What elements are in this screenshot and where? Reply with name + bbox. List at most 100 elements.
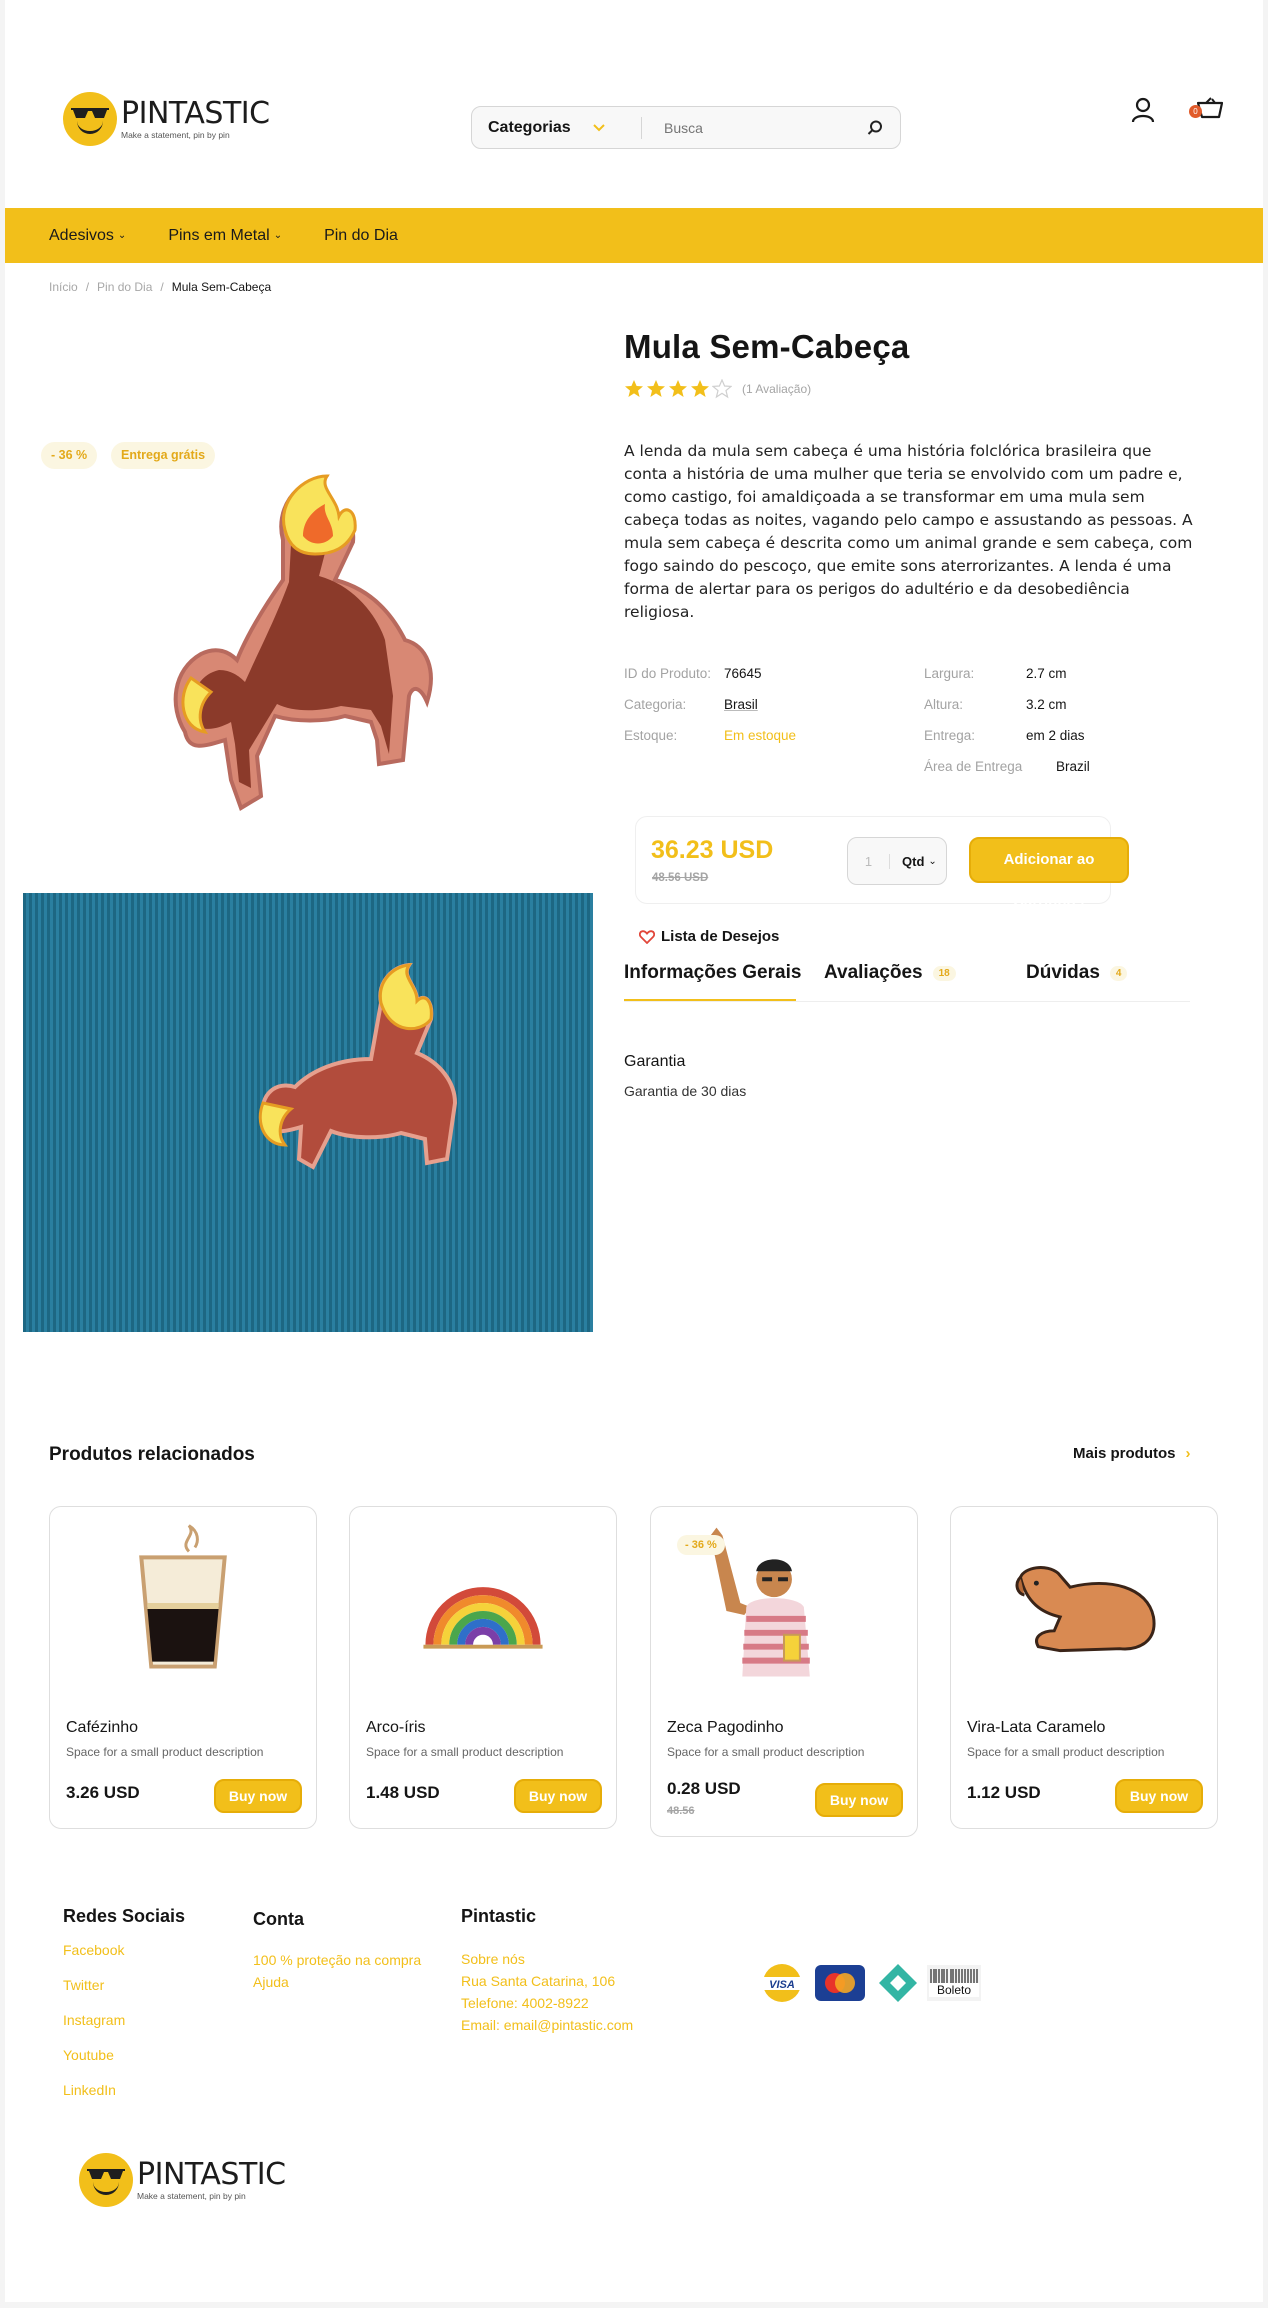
quantity-selector[interactable]: 1 Qtd ⌄ [847,837,947,885]
account-button[interactable] [1131,97,1155,128]
nav-pin-do-dia[interactable]: Pin do Dia [324,227,398,245]
star-filled-icon [691,380,709,397]
related-products-title: Produtos relacionados [49,1444,255,1465]
product-card-description: Space for a small product description [66,1745,264,1759]
logo-tagline: Make a statement, pin by pin [137,2190,246,2201]
visa-label: VISA [769,1979,795,1991]
spec-value: 2.7 cm [1026,666,1067,681]
breadcrumb-category[interactable]: Pin do Dia [97,280,152,294]
spec-delivery: Entrega: em 2 dias [924,728,1085,743]
spec-value: em 2 dias [1026,728,1085,743]
footer-phone[interactable]: Telefone: 4002-8922 [461,1995,589,2011]
spec-width: Largura: 2.7 cm [924,666,1067,681]
chevron-right-icon: › [1185,1445,1191,1462]
mastercard-icon [815,1963,865,2003]
discount-badge: - 36 % [677,1535,725,1555]
wishlist-button[interactable]: Lista de Desejos [639,928,779,945]
category-dropdown[interactable]: Categorias [472,116,642,139]
spec-height: Altura: 3.2 cm [924,697,1067,712]
buy-now-button[interactable]: Buy now [514,1779,602,1813]
footer-link-about[interactable]: Sobre nós [461,1951,525,1967]
breadcrumb-home[interactable]: Início [49,280,78,294]
product-card-price: 1.12 USD [967,1783,1041,1802]
footer-link-purchase-protection[interactable]: 100 % proteção na compra [253,1952,421,1968]
chevron-down-icon: ⌄ [273,230,283,241]
buy-now-button[interactable]: Buy now [815,1783,903,1817]
user-icon [1131,97,1155,123]
product-card[interactable]: - 36 % Zeca Pagodinho Space for a small … [650,1506,918,1837]
footer-link-help[interactable]: Ajuda [253,1974,289,1990]
star-empty-icon [712,379,732,399]
spec-product-id: ID do Produto: 76645 [624,666,762,681]
tab-label: Dúvidas [1026,962,1100,983]
product-rating[interactable]: (1 Avaliação) [624,379,811,399]
product-card[interactable]: Arco-íris Space for a small product desc… [349,1506,617,1829]
buy-now-button[interactable]: Buy now [214,1779,302,1813]
footer-account-title: Conta [253,1909,304,1929]
product-card[interactable]: Vira-Lata Caramelo Space for a small pro… [950,1506,1218,1829]
tab-questions[interactable]: Dúvidas 4 [1026,962,1128,984]
footer-company-title: Pintastic [461,1906,537,1926]
spec-label: Estoque: [624,728,678,743]
cart-button[interactable]: 0 [1189,97,1224,126]
breadcrumb-separator: / [85,280,90,294]
logo-sunglasses-icon [63,92,117,146]
spec-value: 76645 [724,666,762,681]
category-link[interactable]: Brasil [724,697,758,712]
pin-on-sweater-image [258,963,458,1170]
search-icon[interactable] [866,119,884,137]
rating-count: (1 Avaliação) [742,382,812,396]
product-card-price: 1.48 USD [366,1783,440,1802]
nav-adesivos[interactable]: Adesivos ⌄ [49,227,126,245]
tab-general-info[interactable]: Informações Gerais [624,962,801,984]
add-to-cart-button[interactable]: Adicionar ao Carrinho › [969,837,1129,910]
visa-icon: VISA [757,1963,807,2003]
tab-count-badge: 18 [932,965,956,981]
product-image-main[interactable] [165,470,447,816]
product-old-price: 48.56 USD [652,872,709,884]
tab-label: Avaliações [824,962,923,983]
quantity-value[interactable]: 1 [848,853,890,869]
buy-now-button[interactable]: Buy now [1115,1779,1203,1813]
star-filled-icon [625,380,643,397]
free-shipping-badge: Entrega grátis [111,442,216,469]
search-input[interactable] [642,119,866,136]
product-image-lifestyle[interactable] [23,893,593,1332]
logo-tagline: Make a statement, pin by pin [121,129,230,140]
chevron-down-icon: ⌄ [928,855,937,867]
chevron-down-icon: ⌄ [117,230,127,241]
more-products-link[interactable]: Mais produtos › [1073,1445,1191,1462]
product-image-vira-lata-caramelo [1015,1566,1156,1653]
discount-badge: - 36 % [41,442,98,469]
nav-label: Pin do Dia [324,226,398,244]
footer-link-instagram[interactable]: Instagram [63,2012,125,2028]
nav-label: Pins em Metal [168,226,270,244]
spec-value: 3.2 cm [1026,697,1067,712]
wishlist-label: Lista de Desejos [661,928,780,945]
tab-reviews[interactable]: Avaliações 18 [824,962,956,984]
tab-label: Informações Gerais [624,962,802,983]
footer-logo[interactable]: PINTASTIC Make a statement, pin by pin [79,2153,286,2207]
nav-label: Adesivos [49,226,114,244]
product-card-old-price: 48.56 [667,1805,695,1817]
footer-link-youtube[interactable]: Youtube [63,2047,114,2063]
footer-email[interactable]: Email: email@pintastic.com [461,2017,633,2033]
spec-label: Área de Entrega [924,759,1023,774]
product-card[interactable]: Cafézinho Space for a small product desc… [49,1506,317,1829]
footer-link-facebook[interactable]: Facebook [63,1942,124,1958]
active-tab-indicator [624,999,796,1001]
tab-count-badge: 4 [1109,965,1128,981]
product-image-cafezinho [139,1524,227,1669]
breadcrumb-separator: / [160,280,164,294]
product-card-price: 0.28 USD [667,1779,741,1798]
footer-link-twitter[interactable]: Twitter [63,1977,104,1993]
spec-label: Altura: [924,697,964,712]
nav-pins-em-metal[interactable]: Pins em Metal ⌄ [168,227,282,245]
header-logo[interactable]: PINTASTIC Make a statement, pin by pin [63,92,270,146]
more-products-label: Mais produtos [1073,1445,1176,1462]
boleto-label: Boleto [937,1983,971,1997]
footer-link-linkedin[interactable]: LinkedIn [63,2082,116,2098]
chevron-down-icon [592,123,605,131]
product-price: 36.23 USD [651,836,774,864]
breadcrumb: Início / Pin do Dia / Mula Sem-Cabeça [49,280,271,294]
